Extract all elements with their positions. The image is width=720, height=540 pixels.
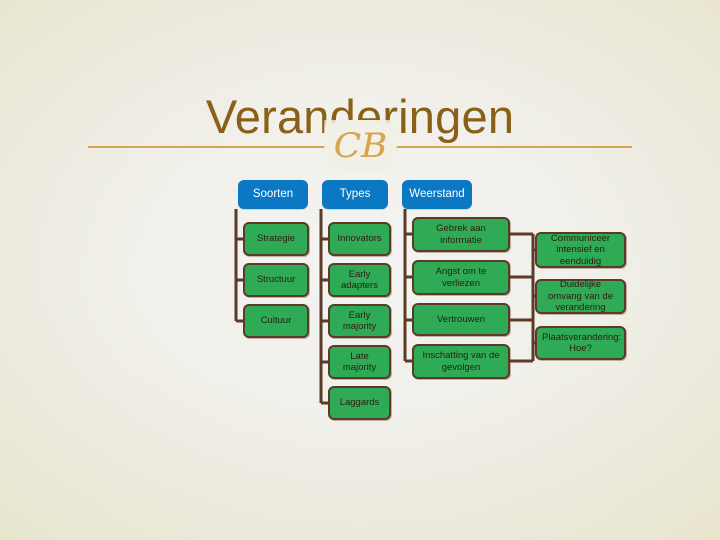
node-label: Early majority bbox=[342, 309, 377, 333]
slide-canvas: Veranderingen CB Soorten Types Weerstand St… bbox=[0, 0, 720, 540]
node-label: Vertrouwen bbox=[436, 313, 486, 325]
node-label: Strategie bbox=[256, 233, 296, 245]
node-innovators[interactable]: Innovators bbox=[328, 222, 391, 256]
node-label: Innovators bbox=[337, 233, 382, 245]
header-box-soorten[interactable]: Soorten bbox=[238, 180, 308, 209]
node-label: Plaatsverandering: Hoe? bbox=[542, 331, 622, 355]
node-label: Duidelijke omvang van de verandering bbox=[548, 279, 613, 314]
node-label: Late majority bbox=[342, 350, 377, 374]
node-angst-om-te-verliezen[interactable]: Angst om te verliezen bbox=[412, 260, 510, 295]
node-label: Structuur bbox=[256, 274, 296, 286]
node-label: Early adapters bbox=[341, 268, 378, 292]
node-cultuur[interactable]: Cultuur bbox=[243, 304, 309, 338]
node-label: Angst om te verliezen bbox=[435, 266, 487, 289]
node-vertrouwen[interactable]: Vertrouwen bbox=[412, 303, 510, 336]
node-label: Cultuur bbox=[260, 315, 292, 327]
node-gebrek-aan-informatie[interactable]: Gebrek aan informatie bbox=[412, 217, 510, 252]
node-inschatting-van-de-gevolgen[interactable]: Inschatting van de gevolgen bbox=[412, 344, 510, 379]
node-laggards[interactable]: Laggards bbox=[328, 386, 391, 420]
changes-diagram: Soorten Types Weerstand Strategie Structuur C… bbox=[0, 0, 720, 540]
header-box-label: Soorten bbox=[252, 188, 294, 200]
node-plaatsverandering-hoe[interactable]: Plaatsverandering: Hoe? bbox=[535, 326, 626, 360]
header-box-weerstand[interactable]: Weerstand bbox=[402, 180, 472, 209]
node-label: Inschatting van de gevolgen bbox=[422, 350, 500, 373]
header-box-label: Types bbox=[339, 188, 371, 200]
header-box-label: Weerstand bbox=[409, 188, 465, 200]
node-label: Communiceer intensief en eenduidig bbox=[550, 232, 611, 267]
node-communiceer-intensief-en-eenduidig[interactable]: Communiceer intensief en eenduidig bbox=[535, 232, 626, 268]
node-structuur[interactable]: Structuur bbox=[243, 263, 309, 297]
header-box-types[interactable]: Types bbox=[322, 180, 388, 209]
node-strategie[interactable]: Strategie bbox=[243, 222, 309, 256]
node-late-majority[interactable]: Late majority bbox=[328, 345, 391, 379]
node-label: Gebrek aan informatie bbox=[436, 223, 486, 246]
node-label: Laggards bbox=[339, 397, 380, 409]
node-early-adapters[interactable]: Early adapters bbox=[328, 263, 391, 297]
node-early-majority[interactable]: Early majority bbox=[328, 304, 391, 338]
node-duidelijke-omvang-van-de-verandering[interactable]: Duidelijke omvang van de verandering bbox=[535, 279, 626, 314]
